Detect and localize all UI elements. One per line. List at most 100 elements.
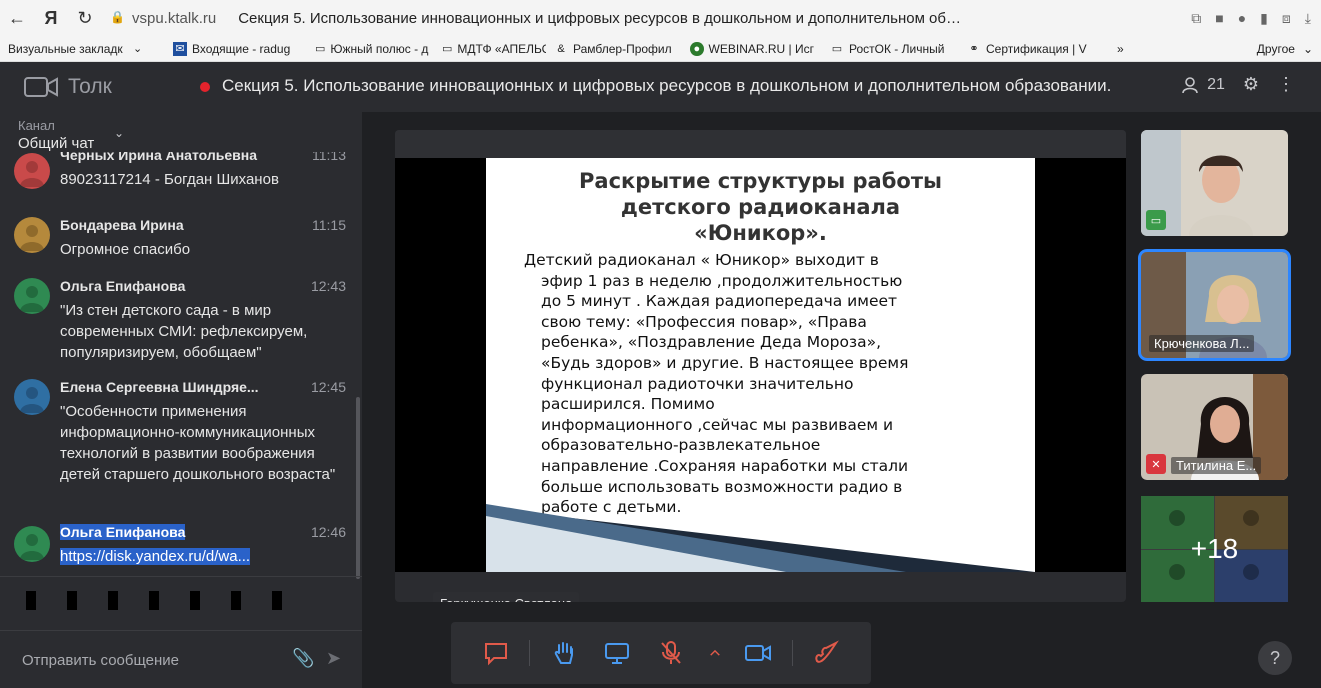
typing-indicator <box>26 591 282 610</box>
message-time: 12:45 <box>310 379 346 395</box>
attach-icon[interactable]: 📎 <box>292 648 314 669</box>
divider <box>0 630 362 631</box>
divider <box>0 576 362 577</box>
presentation-slide: Раскрытие структуры работы детского ради… <box>486 158 1035 572</box>
speaker-name: Геркушенко Светлана <box>433 592 580 602</box>
raise-hand-button[interactable] <box>544 633 584 673</box>
bookmarks-more[interactable]: » <box>1109 42 1149 56</box>
chevron-up-icon <box>709 649 720 656</box>
participants-icon <box>1182 76 1198 93</box>
bookmark-item[interactable]: & Рамблер-Профил <box>546 42 682 56</box>
hangup-button[interactable] <box>806 633 846 673</box>
bookmark-item[interactable]: Визуальные закладк ⌄ <box>0 42 165 56</box>
yandex-icon[interactable]: Я <box>34 0 68 36</box>
bookmark-item[interactable]: ● WEBINAR.RU | Исг <box>682 41 822 56</box>
message-time: 11:15 <box>312 217 346 233</box>
message-time: 11:13 <box>312 152 346 163</box>
chat-message: Бондарева Ирина 11:15 Огромное спасибо <box>0 207 356 258</box>
divider <box>791 640 793 666</box>
participants-button[interactable]: 21 <box>1181 76 1225 94</box>
screen-icon: ▭ <box>1146 210 1166 230</box>
avatar <box>14 217 50 253</box>
chat-message: Елена Сергеевна Шиндряе... 12:45 "Особен… <box>0 371 356 511</box>
chat-icon <box>484 643 507 666</box>
message-time: 12:43 <box>310 278 346 294</box>
chevron-down-icon: ⌄ <box>133 43 143 55</box>
screen-share-icon <box>605 643 630 664</box>
chevron-down-icon: ⌄ <box>1302 41 1313 56</box>
browser-tools: ⧉ ■ ● ▮ ⧈ ⤓ <box>1191 0 1311 36</box>
chat-message: Черных Ирина Анатольевна 11:13 890231172… <box>0 152 356 195</box>
chat-message: Ольга Епифанова 12:43 "Из стен детского … <box>0 268 356 368</box>
bookmark-item[interactable]: ⚭ Сертификация | V <box>959 42 1109 56</box>
camera-icon[interactable]: ■ <box>1215 10 1223 26</box>
mic-icon[interactable]: ● <box>1238 10 1246 26</box>
message-author: Ольга Епифанова <box>60 524 186 540</box>
download-icon[interactable]: ⤓ <box>1305 10 1311 27</box>
participant-tile-active[interactable]: Крюченкова Л... <box>1138 249 1291 361</box>
page-icon: ▭ <box>831 43 843 55</box>
slide-decoration <box>486 504 1035 572</box>
message-text: "Особенности применения информационно-ко… <box>60 403 336 483</box>
slide-title: Раскрытие структуры работы детского ради… <box>579 169 942 245</box>
header-actions: 21 ⚙ ⋮ <box>1181 74 1295 95</box>
mail-icon: ✉ <box>173 41 187 56</box>
message-input[interactable]: Отправить сообщение <box>22 652 179 669</box>
bookmark-item[interactable]: ▭ Южный полюс - д <box>307 42 434 56</box>
bookmarks-bar: Визуальные закладк ⌄ ✉ Входящие - radug ▭ Ю… <box>0 36 1321 62</box>
address-bar[interactable]: 🔒 vspu.ktalk.ru Секция 5. Использование … <box>110 10 1013 27</box>
message-text: "Из стен детского сада - в мир современн… <box>60 302 308 361</box>
link-icon: ⚭ <box>969 43 979 55</box>
browser-toolbar: ← Я ↻ 🔒 vspu.ktalk.ru Секция 5. Использо… <box>0 0 1321 36</box>
help-button[interactable]: ? <box>1258 641 1292 675</box>
reload-icon[interactable]: ↻ <box>68 0 102 36</box>
copy-icon[interactable]: ⧉ <box>1191 10 1201 27</box>
mic-options-button[interactable] <box>705 633 725 673</box>
send-icon[interactable]: ➤ <box>326 648 341 669</box>
more-participants-tile[interactable]: +18 <box>1141 496 1288 602</box>
bookmark-item[interactable]: ▭МДТФ «АПЕЛЬСИ <box>434 42 546 56</box>
rambler-icon: & <box>557 42 565 55</box>
message-author: Черных Ирина Анатольевна <box>60 152 257 163</box>
bookmark-icon[interactable]: ▮ <box>1260 10 1268 27</box>
logo-text: Толк <box>68 75 112 98</box>
chat-sidebar: Канал Общий чат ⌄ Черных Ирина Анатольев… <box>0 112 362 688</box>
app-header: Толк Секция 5. Использование инновационн… <box>0 62 1321 112</box>
mic-off-icon: ✕ <box>1146 454 1166 474</box>
divider <box>529 640 531 666</box>
mic-off-icon <box>661 641 681 664</box>
chat-scrollbar[interactable] <box>356 397 360 579</box>
globe-icon: ● <box>690 41 704 56</box>
camera-button[interactable] <box>738 633 778 673</box>
bookmark-item[interactable]: ▭ РостОК - Личный <box>822 42 959 56</box>
logo-camera-icon <box>24 77 58 97</box>
message-author: Ольга Епифанова <box>60 278 186 294</box>
participant-name: Титилина Е... <box>1171 457 1262 474</box>
avatar <box>14 153 50 189</box>
back-icon[interactable]: ← <box>0 0 34 36</box>
message-link[interactable]: https://disk.yandex.ru/d/wa... <box>60 546 345 567</box>
message-time: 12:46 <box>310 524 346 540</box>
app-logo[interactable]: Толк <box>24 75 112 99</box>
more-menu-icon[interactable]: ⋮ <box>1277 74 1295 95</box>
bookmarks-other[interactable]: Другое ⌄ <box>1249 42 1321 56</box>
page-icon: ▭ <box>315 43 326 55</box>
participant-tile[interactable]: ✕ Титилина Е... <box>1141 374 1288 480</box>
camera-icon <box>745 645 772 661</box>
collections-icon[interactable]: ⧈ <box>1282 10 1291 27</box>
channel-selector[interactable]: Канал Общий чат ⌄ <box>18 118 124 152</box>
mic-button[interactable] <box>651 633 691 673</box>
settings-icon[interactable]: ⚙ <box>1243 74 1259 95</box>
hangup-icon <box>815 640 840 663</box>
avatar <box>14 379 50 415</box>
more-participants-count: +18 <box>1190 533 1239 564</box>
chat-button[interactable] <box>476 633 516 673</box>
slide-frame: Раскрытие структуры работы детского ради… <box>395 158 1126 572</box>
browser-page-title: Секция 5. Использование инновационных и … <box>238 9 961 27</box>
screen-share-button[interactable] <box>597 633 637 673</box>
message-author: Елена Сергеевна Шиндряе... <box>60 379 259 395</box>
participant-tile[interactable]: ▭ <box>1141 130 1288 236</box>
bookmark-item[interactable]: ✉ Входящие - radug <box>165 41 307 56</box>
channel-label: Канал <box>18 118 55 133</box>
chat-messages[interactable]: Черных Ирина Анатольевна 11:13 890231172… <box>0 152 356 576</box>
